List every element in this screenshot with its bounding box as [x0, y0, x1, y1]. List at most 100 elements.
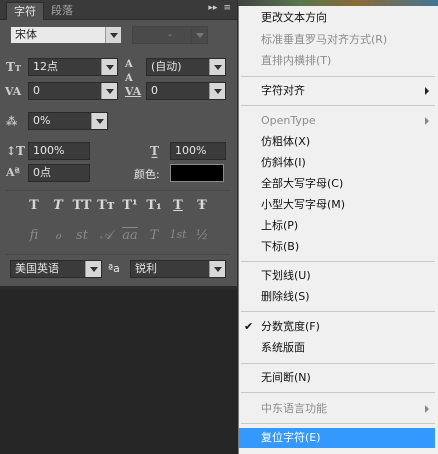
font-style-value: -: [168, 28, 172, 41]
strikethrough-button[interactable]: Ŧ: [192, 198, 212, 213]
discretionary-ligature-button[interactable]: ℴ: [48, 228, 68, 243]
tab-paragraph[interactable]: 段落: [44, 2, 80, 20]
menu-item-opentype[interactable]: OpenType: [239, 111, 435, 131]
titling-alternates-button[interactable]: T: [144, 228, 164, 243]
horizontal-scale-value: 100%: [175, 144, 207, 157]
font-size-field[interactable]: 12点: [28, 58, 118, 76]
menu-divider: [241, 363, 435, 364]
baseline-shift-field[interactable]: 0点: [28, 164, 90, 182]
vertical-scale-value: 100%: [33, 144, 65, 157]
small-caps-button[interactable]: Tт: [96, 198, 116, 213]
panel-context-menu: 更改文本方向 标准垂直罗马对齐方式(R) 直排内横排(T) 字符对齐 OpenT…: [238, 6, 438, 454]
vertical-scale-field[interactable]: 100%: [28, 142, 90, 160]
baseline-shift-icon: Aª: [6, 166, 20, 179]
menu-item-faux-bold[interactable]: 仿粗体(X): [239, 132, 435, 152]
menu-divider: [241, 105, 435, 106]
tsume-field[interactable]: 0%: [28, 112, 108, 130]
kerning-field[interactable]: 0: [28, 82, 118, 100]
vertical-scale-icon: ↕T: [6, 144, 25, 158]
collapse-icon[interactable]: ▸▸: [208, 3, 217, 13]
submenu-arrow-icon: [425, 87, 429, 95]
language-value: 美国英语: [15, 262, 59, 275]
menu-item-small-caps[interactable]: 小型大写字母(M): [239, 195, 435, 215]
tracking-field[interactable]: 0: [146, 82, 226, 100]
panel-menu-icon[interactable]: ≡: [223, 3, 231, 13]
horizontal-scale-icon: T̲: [150, 144, 159, 158]
leading-value: (自动): [151, 60, 182, 73]
menu-item-system-layout[interactable]: 系统版面: [239, 338, 435, 358]
menu-divider: [241, 392, 435, 393]
faux-italic-button[interactable]: T: [48, 198, 68, 213]
antialias-icon: ªa: [108, 262, 120, 275]
subscript-button[interactable]: T₁: [144, 198, 164, 213]
ordinals-button[interactable]: 1st: [168, 228, 188, 241]
faux-bold-button[interactable]: T: [24, 198, 44, 213]
kerning-value: 0: [33, 84, 40, 97]
menu-item-middle-eastern-features[interactable]: 中东语言功能: [239, 399, 435, 419]
font-style-select[interactable]: -: [132, 26, 208, 44]
menu-item-no-break[interactable]: 无间断(N): [239, 368, 435, 388]
all-caps-button[interactable]: TT: [72, 198, 92, 213]
submenu-arrow-icon: [425, 405, 429, 413]
antialias-select[interactable]: 锐利: [130, 260, 226, 278]
tracking-value: 0: [151, 84, 158, 97]
chevron-down-icon[interactable]: [209, 261, 225, 277]
baseline-shift-value: 0点: [33, 166, 51, 179]
menu-item-faux-italic[interactable]: 仿斜体(I): [239, 153, 435, 173]
checkmark-icon: ✔: [244, 320, 254, 333]
swash-button[interactable]: 𝒜: [96, 228, 116, 243]
menu-item-standard-vertical-roman[interactable]: 标准垂直罗马对齐方式(R): [239, 30, 435, 50]
menu-item-superscript[interactable]: 上标(P): [239, 216, 435, 236]
leading-icon: AA: [125, 59, 133, 84]
antialias-value: 锐利: [135, 262, 157, 275]
font-family-value: 宋体: [15, 28, 37, 41]
color-label: 颜色:: [134, 168, 160, 181]
underline-button[interactable]: T: [168, 198, 188, 213]
menu-item-change-text-orientation[interactable]: 更改文本方向: [239, 8, 435, 28]
menu-item-all-caps[interactable]: 全部大写字母(C): [239, 174, 435, 194]
chevron-down-icon[interactable]: [105, 27, 121, 43]
chevron-down-icon[interactable]: [101, 83, 117, 99]
kerning-icon: VA: [5, 85, 22, 98]
divider: [6, 254, 231, 255]
submenu-arrow-icon: [425, 117, 429, 125]
menu-divider: [241, 311, 435, 312]
menu-divider: [241, 261, 435, 262]
menu-item-subscript[interactable]: 下标(B): [239, 237, 435, 257]
menu-item-character-alignment[interactable]: 字符对齐: [239, 81, 435, 101]
screen: 字符 段落 ▸▸ ≡ 宋体 - TT 12点 AA (自动) VA 0 VA 0…: [0, 0, 438, 454]
fractions-button[interactable]: ½: [192, 228, 212, 243]
color-swatch[interactable]: [170, 164, 224, 182]
tracking-icon: VA: [125, 85, 142, 98]
horizontal-scale-field[interactable]: 100%: [170, 142, 226, 160]
panel-bottom-edge: [0, 286, 238, 290]
tsume-icon: ⁂: [6, 115, 18, 128]
character-panel: 字符 段落 ▸▸ ≡ 宋体 - TT 12点 AA (自动) VA 0 VA 0…: [0, 0, 238, 290]
chevron-down-icon[interactable]: [85, 261, 101, 277]
menu-item-underline[interactable]: 下划线(U): [239, 266, 435, 286]
chevron-down-icon[interactable]: [91, 113, 107, 129]
superscript-button[interactable]: T¹: [120, 198, 140, 213]
chevron-down-icon[interactable]: [101, 59, 117, 75]
menu-item-tate-chu-yoko[interactable]: 直排内横排(T): [239, 51, 435, 71]
language-select[interactable]: 美国英语: [10, 260, 102, 278]
menu-item-fractional-widths[interactable]: ✔ 分数宽度(F): [239, 317, 435, 337]
chevron-down-icon[interactable]: [209, 83, 225, 99]
contextual-alternates-button[interactable]: st: [72, 228, 92, 243]
tab-character[interactable]: 字符: [6, 2, 44, 20]
divider: [6, 190, 231, 191]
ligature-button[interactable]: ﬁ: [24, 228, 44, 243]
font-size-icon: TT: [6, 60, 21, 74]
menu-divider: [241, 423, 435, 424]
tsume-value: 0%: [33, 114, 51, 127]
chevron-down-icon[interactable]: [191, 27, 207, 43]
chevron-down-icon[interactable]: [209, 59, 225, 75]
menu-item-strikethrough[interactable]: 删除线(S): [239, 287, 435, 307]
panel-controls: ▸▸ ≡: [208, 3, 231, 13]
panel-tabbar: 字符 段落 ▸▸ ≡: [0, 0, 237, 20]
font-family-select[interactable]: 宋体: [10, 26, 122, 44]
menu-item-reset-character[interactable]: 复位字符(E): [239, 428, 435, 448]
leading-field[interactable]: (自动): [146, 58, 226, 76]
menu-divider: [241, 76, 435, 77]
stylistic-alternates-button[interactable]: aa: [120, 228, 140, 243]
